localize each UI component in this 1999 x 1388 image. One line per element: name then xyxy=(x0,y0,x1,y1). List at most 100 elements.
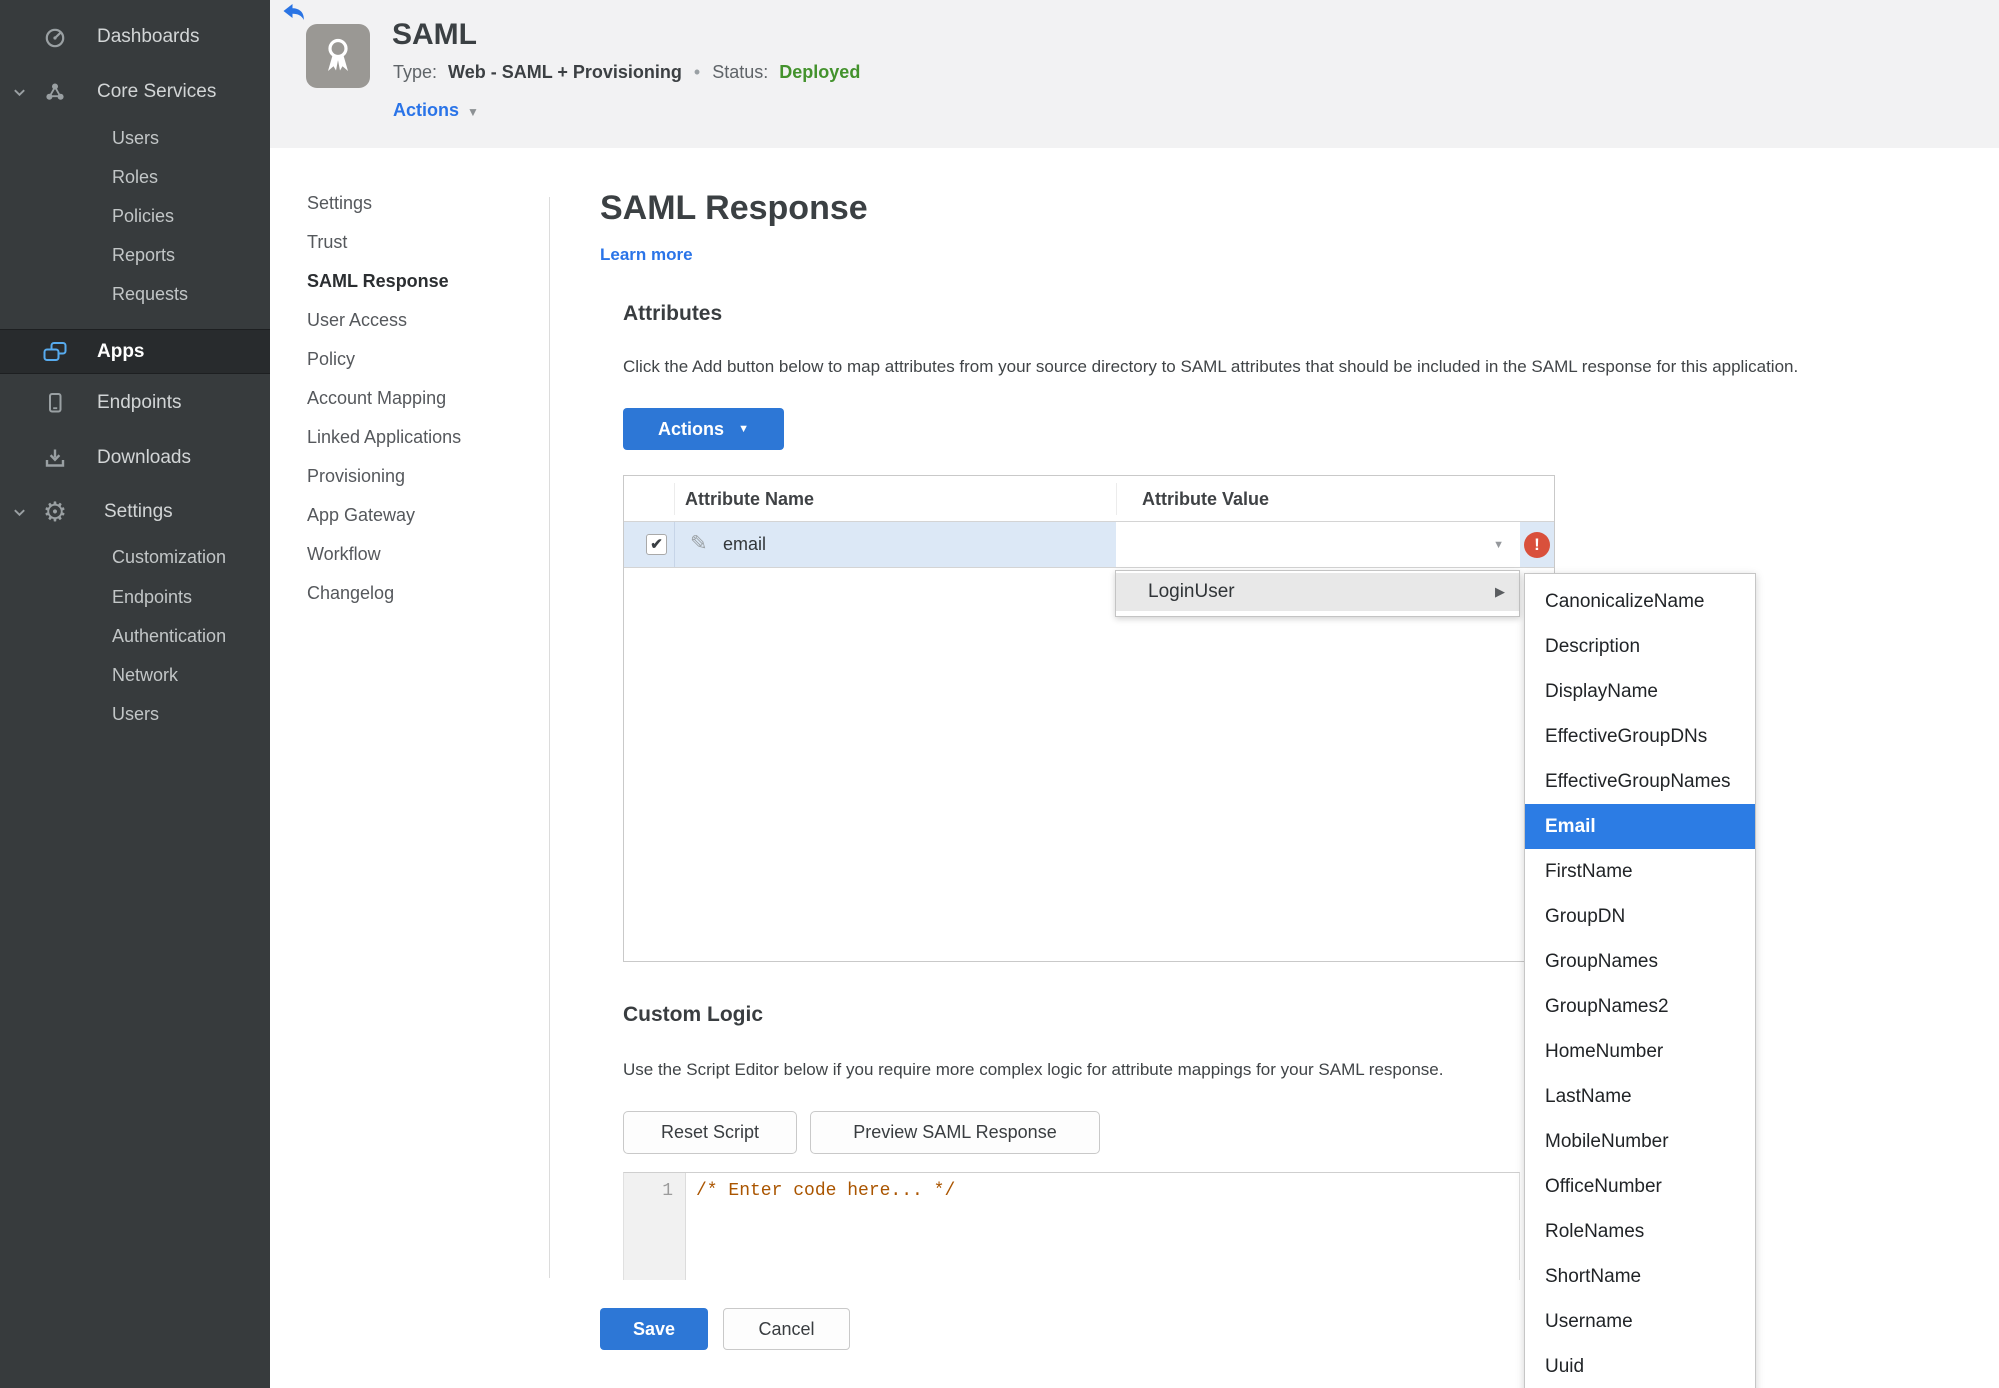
sidebar-item-settings-users[interactable]: Users xyxy=(0,697,270,731)
sidebar-item-apps[interactable]: Apps xyxy=(0,329,270,374)
sidebar-item-customization[interactable]: Customization xyxy=(0,540,270,574)
submenu-item-officenumber[interactable]: OfficeNumber xyxy=(1525,1164,1755,1209)
save-button[interactable]: Save xyxy=(600,1308,708,1350)
submenu-item-username[interactable]: Username xyxy=(1525,1299,1755,1344)
error-icon: ! xyxy=(1524,532,1550,558)
sidebar-subitem-label: Reports xyxy=(112,244,176,265)
submenu-item-effectivegroupnames[interactable]: EffectiveGroupNames xyxy=(1525,759,1755,804)
submenu-item-shortname[interactable]: ShortName xyxy=(1525,1254,1755,1299)
type-value: Web - SAML + Provisioning xyxy=(448,62,682,82)
tab-account-mapping[interactable]: Account Mapping xyxy=(307,388,446,409)
app-header: SAML Type: Web - SAML + Provisioning • S… xyxy=(270,0,1999,148)
value-dropdown-menu: LoginUser ▶ xyxy=(1115,570,1520,617)
caret-down-icon: ▼ xyxy=(738,423,749,435)
tab-app-gateway[interactable]: App Gateway xyxy=(307,505,415,526)
core-services-icon xyxy=(42,79,68,105)
script-editor[interactable]: 1 /* Enter code here... */ xyxy=(623,1172,1520,1280)
tab-trust[interactable]: Trust xyxy=(307,232,347,253)
tab-policy[interactable]: Policy xyxy=(307,349,355,370)
custom-logic-description: Use the Script Editor below if you requi… xyxy=(623,1060,1444,1079)
submenu-item-canonicalizename[interactable]: CanonicalizeName xyxy=(1525,579,1755,624)
sidebar-item-network[interactable]: Network xyxy=(0,658,270,692)
submenu-item-groupnames[interactable]: GroupNames xyxy=(1525,939,1755,984)
sidebar-item-settings[interactable]: ⚙ Settings xyxy=(0,491,270,533)
header-actions-dropdown[interactable]: Actions ▼ xyxy=(393,100,479,121)
tab-saml-response[interactable]: SAML Response xyxy=(307,271,449,292)
sidebar-item-label: Endpoints xyxy=(97,392,182,413)
subnav-divider xyxy=(549,197,550,1278)
meta-separator: • xyxy=(693,62,701,82)
attribute-name-cell[interactable]: email xyxy=(723,522,766,567)
tab-settings[interactable]: Settings xyxy=(307,193,372,214)
download-icon xyxy=(42,445,68,471)
submenu-item-uuid[interactable]: Uuid xyxy=(1525,1344,1755,1388)
sidebar-item-policies[interactable]: Policies xyxy=(0,199,270,233)
submenu-item-description[interactable]: Description xyxy=(1525,624,1755,669)
sidebar-item-reports[interactable]: Reports xyxy=(0,238,270,272)
saml-app-page: Dashboards Core Services Users Roles Pol… xyxy=(0,0,1999,1388)
sidebar: Dashboards Core Services Users Roles Pol… xyxy=(0,0,270,1388)
tab-workflow[interactable]: Workflow xyxy=(307,544,381,565)
editor-code[interactable]: /* Enter code here... */ xyxy=(696,1181,955,1201)
sidebar-subitem-label: Authentication xyxy=(112,625,227,646)
back-arrow-icon[interactable] xyxy=(282,3,306,23)
submenu-item-displayname[interactable]: DisplayName xyxy=(1525,669,1755,714)
submenu-item-email[interactable]: Email xyxy=(1525,804,1755,849)
tab-changelog[interactable]: Changelog xyxy=(307,583,394,604)
section-title: SAML Response xyxy=(600,189,868,227)
custom-logic-heading: Custom Logic xyxy=(623,1003,763,1026)
sidebar-subitem-label: Users xyxy=(112,127,160,148)
learn-more-link[interactable]: Learn more xyxy=(600,245,693,265)
column-divider xyxy=(674,522,675,567)
status-label: Status: xyxy=(712,62,769,82)
submenu-item-groupnames2[interactable]: GroupNames2 xyxy=(1525,984,1755,1029)
sidebar-item-label: Dashboards xyxy=(97,26,200,47)
sidebar-item-roles[interactable]: Roles xyxy=(0,160,270,194)
header-actions-label: Actions xyxy=(393,100,460,120)
submenu-item-groupdn[interactable]: GroupDN xyxy=(1525,894,1755,939)
mobile-device-icon xyxy=(42,390,68,416)
attributes-actions-button[interactable]: Actions ▼ xyxy=(623,408,784,450)
edit-pencil-icon[interactable]: ✎ xyxy=(690,531,708,556)
caret-down-icon: ▼ xyxy=(467,105,479,119)
sidebar-item-authentication[interactable]: Authentication xyxy=(0,619,270,653)
tab-user-access[interactable]: User Access xyxy=(307,310,407,331)
gear-icon: ⚙ xyxy=(42,497,68,527)
type-label: Type: xyxy=(393,62,438,82)
reset-script-button[interactable]: Reset Script xyxy=(623,1111,797,1154)
submenu-item-homenumber[interactable]: HomeNumber xyxy=(1525,1029,1755,1074)
sidebar-item-users[interactable]: Users xyxy=(0,121,270,155)
submenu-item-lastname[interactable]: LastName xyxy=(1525,1074,1755,1119)
page-title: SAML xyxy=(392,18,477,51)
cancel-button[interactable]: Cancel xyxy=(723,1308,850,1350)
sidebar-item-settings-endpoints[interactable]: Endpoints xyxy=(0,580,270,614)
attribute-value-dropdown[interactable]: ▼ xyxy=(1116,522,1520,567)
submenu-arrow-icon: ▶ xyxy=(1495,584,1505,599)
caret-down-icon: ▼ xyxy=(1493,539,1504,551)
tab-linked-applications[interactable]: Linked Applications xyxy=(307,427,461,448)
column-header-attribute-value: Attribute Value xyxy=(1142,489,1270,509)
table-row[interactable]: ✔ ✎ email ▼ ! xyxy=(624,522,1554,568)
sidebar-item-downloads[interactable]: Downloads xyxy=(0,437,270,479)
submenu-item-rolenames[interactable]: RoleNames xyxy=(1525,1209,1755,1254)
submenu-item-mobilenumber[interactable]: MobileNumber xyxy=(1525,1119,1755,1164)
sidebar-item-endpoints[interactable]: Endpoints xyxy=(0,382,270,424)
sidebar-item-requests[interactable]: Requests xyxy=(0,277,270,311)
row-checkbox[interactable]: ✔ xyxy=(646,534,667,555)
app-meta: Type: Web - SAML + Provisioning • Status… xyxy=(393,62,860,83)
attribute-submenu: CanonicalizeName Description DisplayName… xyxy=(1524,573,1756,1388)
chevron-down-icon xyxy=(10,503,28,521)
preview-saml-response-button[interactable]: Preview SAML Response xyxy=(810,1111,1100,1154)
table-header: Attribute Name Attribute Value xyxy=(624,476,1554,522)
sidebar-item-dashboards[interactable]: Dashboards xyxy=(0,16,270,58)
menu-item-loginuser[interactable]: LoginUser ▶ xyxy=(1116,573,1519,611)
sidebar-item-core-services[interactable]: Core Services xyxy=(0,71,270,113)
sidebar-item-label: Apps xyxy=(97,340,145,362)
submenu-item-firstname[interactable]: FirstName xyxy=(1525,849,1755,894)
column-divider xyxy=(674,483,675,515)
submenu-item-effectivegroupdns[interactable]: EffectiveGroupDNs xyxy=(1525,714,1755,759)
tab-provisioning[interactable]: Provisioning xyxy=(307,466,405,487)
attributes-heading: Attributes xyxy=(623,302,723,325)
app-icon-badge xyxy=(306,24,370,88)
status-badge: Deployed xyxy=(779,62,861,82)
